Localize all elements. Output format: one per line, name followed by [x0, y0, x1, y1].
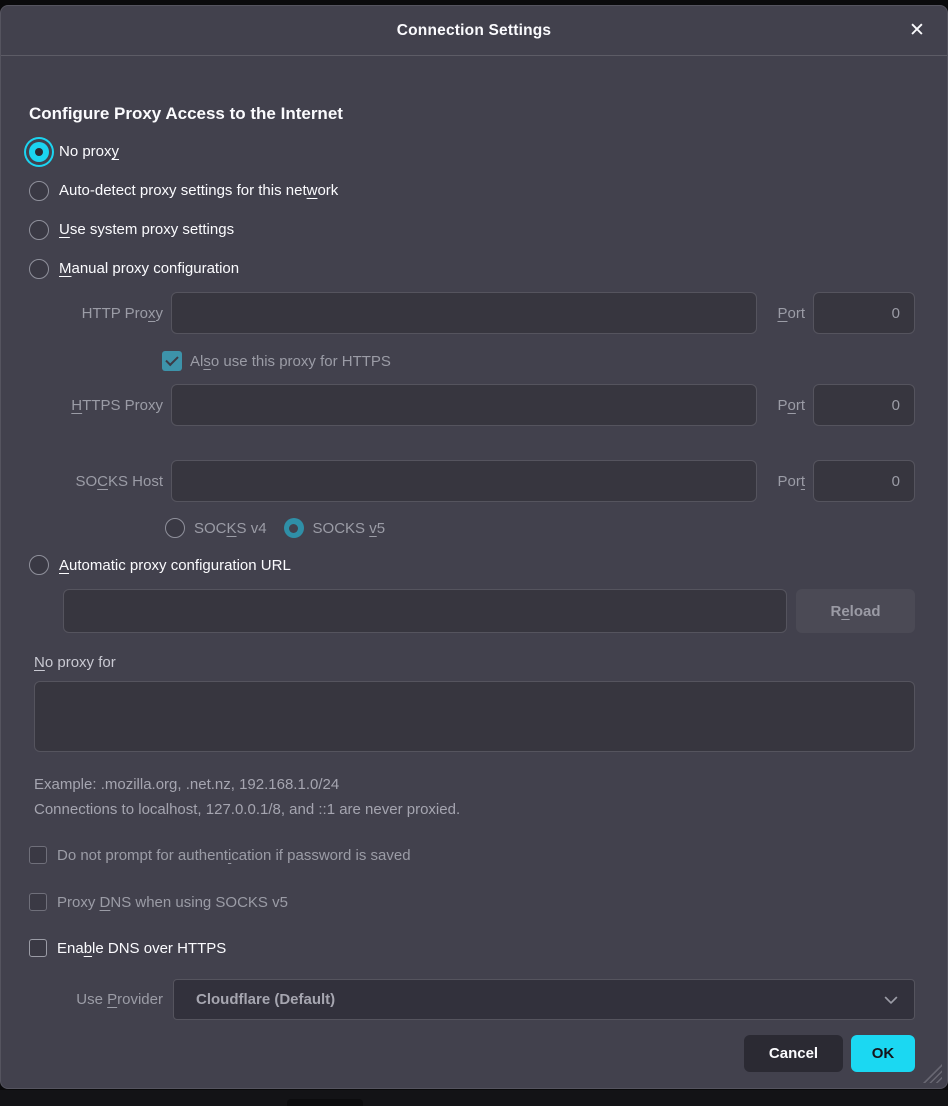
socks-host-label: SOCKS Host	[29, 473, 163, 490]
radio-row-manual-proxy[interactable]: Manual proxy configuration	[29, 249, 915, 288]
https-proxy-row: HTTPS Proxy Port	[29, 384, 915, 426]
radio-row-socks-v4[interactable]: SOCKS v4	[165, 518, 267, 538]
share-proxy-checkbox[interactable]	[162, 351, 182, 371]
proxy-dns-label: Proxy DNS when using SOCKS v5	[57, 894, 288, 911]
use-provider-label: Use Provider	[29, 991, 163, 1008]
socks-host-row: SOCKS Host Port	[29, 460, 915, 502]
reload-button[interactable]: Reload	[796, 589, 915, 633]
no-prompt-auth-label: Do not prompt for authentication if pass…	[57, 847, 411, 864]
dialog-footer: Cancel OK	[29, 1035, 915, 1072]
page-background-strip	[0, 1090, 948, 1106]
dialog-titlebar: Connection Settings ✕	[1, 6, 947, 56]
proxy-dns-checkbox[interactable]	[29, 893, 47, 911]
radio-no-proxy-label: No proxy	[59, 143, 119, 160]
radio-auto-detect-label: Auto-detect proxy settings for this netw…	[59, 182, 338, 199]
http-proxy-input[interactable]	[171, 292, 757, 334]
dialog-title: Connection Settings	[397, 22, 552, 40]
socks-version-row: SOCKS v4 SOCKS v5	[165, 516, 915, 540]
no-prompt-auth-checkbox[interactable]	[29, 846, 47, 864]
https-port-input[interactable]	[813, 384, 915, 426]
checkbox-row-proxy-dns[interactable]: Proxy DNS when using SOCKS v5	[29, 892, 915, 912]
checkbox-row-enable-doh[interactable]: Enable DNS over HTTPS	[29, 938, 915, 958]
http-proxy-row: HTTP Proxy Port	[29, 292, 915, 334]
radio-socks-v5-label: SOCKS v5	[313, 520, 386, 537]
radio-manual-proxy-label: Manual proxy configuration	[59, 260, 239, 277]
radio-no-proxy[interactable]	[29, 142, 49, 162]
radio-socks-v4-label: SOCKS v4	[194, 520, 267, 537]
close-icon: ✕	[909, 19, 925, 42]
doh-provider-row: Use Provider Cloudflare (Default)	[29, 979, 915, 1020]
checkbox-row-no-prompt-auth[interactable]: Do not prompt for authentication if pass…	[29, 845, 915, 865]
doh-provider-dropdown[interactable]: Cloudflare (Default)	[173, 979, 915, 1020]
radio-socks-v4[interactable]	[165, 518, 185, 538]
share-proxy-checkbox-row[interactable]: Also use this proxy for HTTPS	[162, 348, 915, 374]
no-proxy-note-text: Connections to localhost, 127.0.0.1/8, a…	[34, 801, 915, 818]
ok-button[interactable]: OK	[851, 1035, 915, 1072]
close-button[interactable]: ✕	[903, 17, 931, 45]
cancel-button[interactable]: Cancel	[744, 1035, 843, 1072]
radio-auto-url[interactable]	[29, 555, 49, 575]
socks-port-input[interactable]	[813, 460, 915, 502]
radio-system-proxy-label: Use system proxy settings	[59, 221, 234, 238]
auto-url-row: Reload	[63, 589, 915, 633]
radio-socks-v5[interactable]	[284, 518, 304, 538]
radio-row-socks-v5[interactable]: SOCKS v5	[284, 518, 386, 538]
socks-host-input[interactable]	[171, 460, 757, 502]
no-proxy-for-textarea[interactable]	[34, 681, 915, 752]
enable-doh-checkbox[interactable]	[29, 939, 47, 957]
page-title: Configure Proxy Access to the Internet	[29, 104, 915, 124]
radio-auto-detect[interactable]	[29, 181, 49, 201]
radio-row-system-proxy[interactable]: Use system proxy settings	[29, 210, 915, 249]
http-port-label: Port	[765, 305, 805, 322]
radio-auto-url-label: Automatic proxy configuration URL	[59, 557, 291, 574]
connection-settings-dialog: Connection Settings ✕ Configure Proxy Ac…	[0, 5, 948, 1089]
socks-port-label: Port	[765, 473, 805, 490]
http-proxy-label: HTTP Proxy	[29, 305, 163, 322]
background-page-artifact	[287, 1099, 363, 1106]
https-proxy-input[interactable]	[171, 384, 757, 426]
enable-doh-label: Enable DNS over HTTPS	[57, 940, 226, 957]
https-proxy-label: HTTPS Proxy	[29, 397, 163, 414]
radio-row-no-proxy[interactable]: No proxy	[29, 132, 915, 171]
no-proxy-for-label: No proxy for	[34, 654, 915, 671]
share-proxy-label: Also use this proxy for HTTPS	[190, 353, 391, 370]
auto-url-input[interactable]	[63, 589, 787, 633]
radio-system-proxy[interactable]	[29, 220, 49, 240]
radio-row-auto-url[interactable]: Automatic proxy configuration URL	[29, 552, 915, 578]
chevron-down-icon	[882, 991, 900, 1009]
doh-provider-selected-value: Cloudflare (Default)	[196, 991, 335, 1008]
https-port-label: Port	[765, 397, 805, 414]
radio-manual-proxy[interactable]	[29, 259, 49, 279]
radio-row-auto-detect[interactable]: Auto-detect proxy settings for this netw…	[29, 171, 915, 210]
dialog-content: Configure Proxy Access to the Internet N…	[1, 104, 947, 1072]
no-proxy-example-text: Example: .mozilla.org, .net.nz, 192.168.…	[34, 776, 915, 793]
http-port-input[interactable]	[813, 292, 915, 334]
